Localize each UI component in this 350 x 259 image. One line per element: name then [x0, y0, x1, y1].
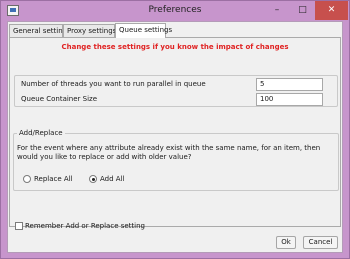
threads-label: Number of threads you want to run parall…	[21, 80, 206, 88]
preferences-window: Preferences – □ ✕ General settings Proxy…	[0, 0, 350, 259]
minimize-button[interactable]: –	[264, 1, 290, 20]
add-all-label: Add All	[100, 175, 125, 183]
ok-button[interactable]: Ok	[276, 236, 296, 249]
dialog-body: General settings Proxy settings Queue se…	[7, 21, 343, 253]
add-replace-title: Add/Replace	[17, 129, 65, 137]
cancel-button[interactable]: Cancel	[303, 236, 338, 249]
close-button[interactable]: ✕	[315, 1, 348, 20]
title-bar[interactable]: Preferences – □ ✕	[1, 1, 349, 21]
queue-settings-panel: Change these settings if you know the im…	[9, 37, 341, 230]
remember-checkbox[interactable]	[15, 222, 23, 230]
add-all-radio[interactable]	[89, 175, 97, 183]
remember-label[interactable]: Remember Add or Replace setting	[25, 222, 145, 230]
container-size-input[interactable]: 100	[256, 93, 323, 106]
warning-text: Change these settings if you know the im…	[61, 43, 289, 51]
replace-all-label: Replace All	[34, 175, 73, 183]
tab-queue-settings[interactable]: Queue settings	[115, 23, 172, 38]
tab-proxy-settings[interactable]: Proxy settings	[63, 24, 116, 37]
queue-settings-box: Number of threads you want to run parall…	[14, 75, 338, 107]
maximize-button[interactable]: □	[290, 1, 315, 20]
add-replace-group: Add/Replace For the event where any attr…	[13, 129, 339, 191]
tab-general-settings[interactable]: General settings	[9, 24, 71, 37]
add-replace-description: For the event where any attribute alread…	[17, 144, 321, 161]
replace-all-radio[interactable]	[23, 175, 31, 183]
container-size-label: Queue Container Size	[21, 95, 98, 103]
threads-input[interactable]: 5	[256, 78, 323, 91]
